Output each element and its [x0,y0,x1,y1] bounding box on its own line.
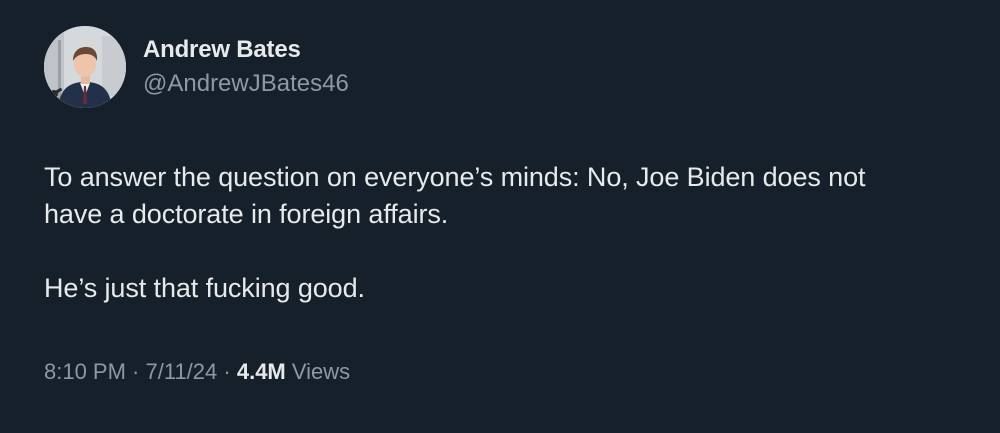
tweet-metadata: 8:10 PM · 7/11/24 · 4.4M Views [44,359,350,385]
tweet-date[interactable]: 7/11/24 [146,359,218,384]
views-count[interactable]: 4.4M [237,359,286,384]
avatar[interactable] [44,26,126,108]
tweet-time[interactable]: 8:10 PM [44,359,126,384]
tweet-card: Andrew Bates @AndrewJBates46 To answer t… [0,0,1000,433]
tweet-text-line: have a doctorate in foreign affairs. [44,199,449,229]
separator-dot: · [217,359,237,384]
author-display-name[interactable]: Andrew Bates [143,36,301,64]
views-label: Views [285,359,351,384]
avatar-photo [44,26,126,108]
tweet-text-line: He’s just that fucking good. [44,273,365,303]
author-handle[interactable]: @AndrewJBates46 [143,70,349,98]
separator-dot: · [125,359,146,384]
tweet-text: To answer the question on everyone’s min… [44,159,974,307]
tweet-text-line: To answer the question on everyone’s min… [44,162,866,192]
